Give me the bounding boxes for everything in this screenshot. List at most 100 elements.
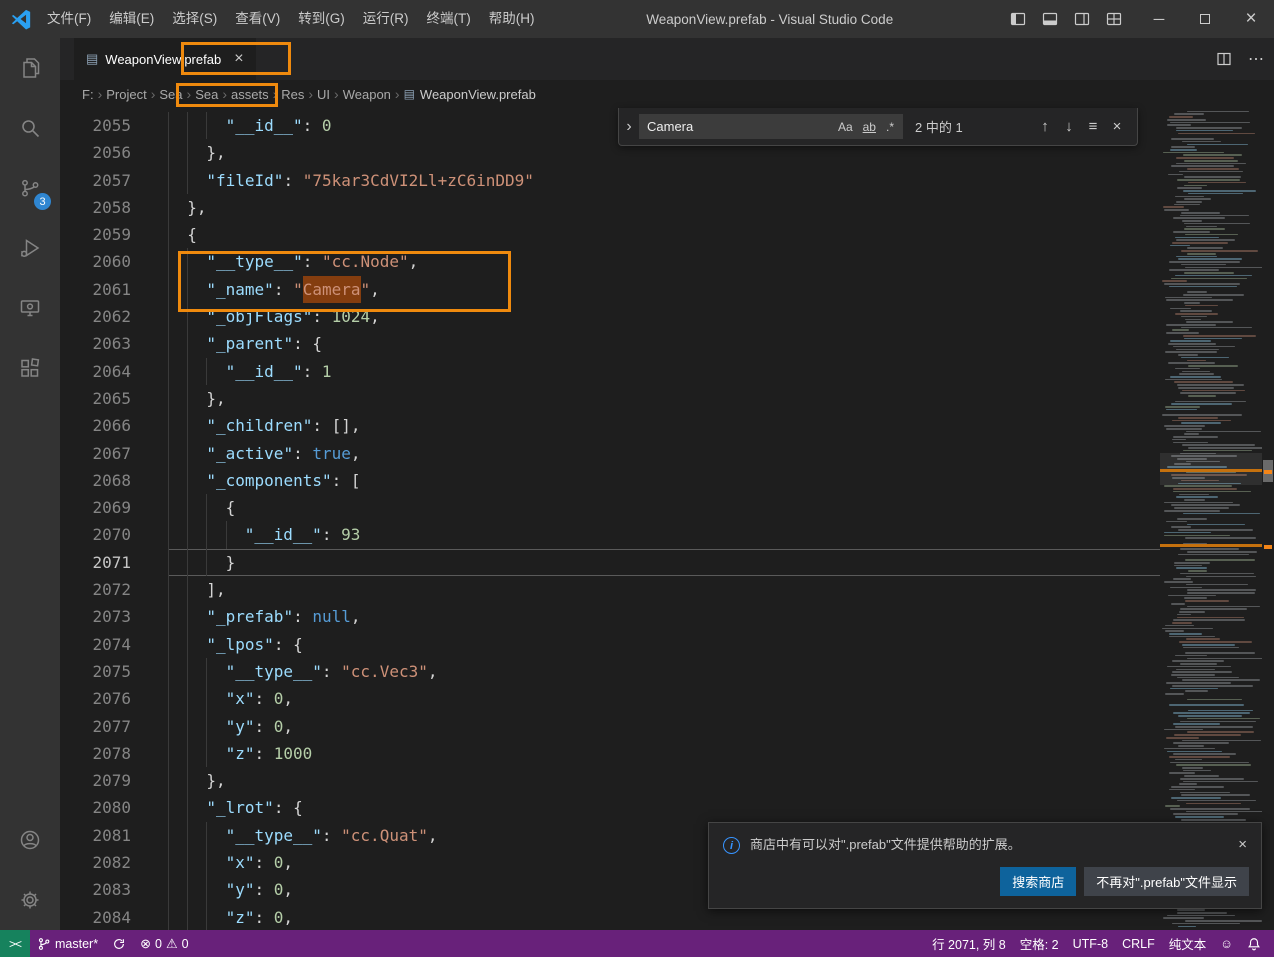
code-token: , bbox=[427, 825, 438, 845]
settings-gear-icon[interactable] bbox=[0, 870, 60, 930]
code-line-2069[interactable]: 2069 { bbox=[60, 494, 1160, 522]
breadcrumb-item-3[interactable]: Sea bbox=[195, 87, 218, 102]
minimap-bar bbox=[1178, 170, 1243, 173]
close-window-button[interactable]: × bbox=[1228, 0, 1274, 38]
minimize-button[interactable]: ─ bbox=[1136, 0, 1182, 38]
breadcrumb-item-0[interactable]: F: bbox=[82, 87, 94, 102]
minimap-bar bbox=[1168, 633, 1202, 635]
minimap-bar bbox=[1177, 179, 1241, 181]
line-content: } bbox=[168, 548, 1160, 577]
whole-word-icon[interactable]: ab bbox=[859, 119, 880, 135]
eol-setting[interactable]: CRLF bbox=[1115, 930, 1162, 957]
code-line-2064[interactable]: 2064 "__id__": 1 bbox=[60, 357, 1160, 385]
code-line-2067[interactable]: 2067 "_active": true, bbox=[60, 439, 1160, 467]
code-line-2074[interactable]: 2074 "_lpos": { bbox=[60, 630, 1160, 658]
indentation-setting[interactable]: 空格: 2 bbox=[1013, 930, 1066, 957]
find-next-icon[interactable]: ↓ bbox=[1057, 118, 1081, 135]
feedback-icon[interactable]: ☺ bbox=[1213, 930, 1240, 957]
search-icon[interactable] bbox=[0, 98, 60, 158]
code-line-2060[interactable]: 2060 "__type__": "cc.Node", bbox=[60, 248, 1160, 276]
sync-icon[interactable] bbox=[105, 930, 133, 957]
match-case-icon[interactable]: Aa bbox=[834, 119, 857, 135]
breadcrumb-item-7[interactable]: Weapon bbox=[343, 87, 391, 102]
code-line-2068[interactable]: 2068 "_components": [ bbox=[60, 466, 1160, 495]
code-editor[interactable]: 2055 "__id__": 0 2056}, 2057 "fileId": "75ka… bbox=[60, 108, 1160, 930]
code-line-2079[interactable]: 2079}, bbox=[60, 767, 1160, 795]
editor-scrollbar[interactable] bbox=[1262, 108, 1274, 930]
breadcrumb-item-6[interactable]: UI bbox=[317, 87, 330, 102]
menu-item-1[interactable]: 编辑(E) bbox=[100, 0, 163, 38]
code-line-2057[interactable]: 2057 "fileId": "75kar3CdVI2Ll+zC6inDD9" bbox=[60, 166, 1160, 194]
cursor-position[interactable]: 行 2071, 列 8 bbox=[925, 930, 1013, 957]
code-line-2066[interactable]: 2066 "_children": [], bbox=[60, 412, 1160, 440]
code-line-2077[interactable]: 2077 "y": 0, bbox=[60, 712, 1160, 740]
breadcrumb-separator: › bbox=[308, 86, 314, 102]
breadcrumb-item-8[interactable]: WeaponView.prefab bbox=[420, 87, 536, 102]
minimap-bar bbox=[1185, 225, 1217, 228]
notification-close-icon[interactable]: × bbox=[1236, 836, 1249, 853]
menu-item-0[interactable]: 文件(F) bbox=[38, 0, 100, 38]
indent-guide bbox=[187, 330, 206, 358]
code-line-2061[interactable]: 2061 "_name": "Camera", bbox=[60, 275, 1160, 304]
extensions-icon[interactable] bbox=[0, 338, 60, 398]
source-control-icon[interactable]: 3 bbox=[0, 158, 60, 218]
code-line-2076[interactable]: 2076 "x": 0, bbox=[60, 685, 1160, 713]
code-line-2080[interactable]: 2080 "_lrot": { bbox=[60, 794, 1160, 822]
toggle-replace-icon[interactable]: › bbox=[619, 118, 639, 136]
breadcrumb-item-2[interactable]: Sea bbox=[159, 87, 182, 102]
minimap-bar bbox=[1182, 679, 1261, 682]
customize-layout-icon[interactable] bbox=[1106, 11, 1122, 27]
toggle-panel-icon[interactable] bbox=[1042, 11, 1058, 27]
code-token: null bbox=[312, 607, 351, 627]
remote-explorer-icon[interactable] bbox=[0, 278, 60, 338]
find-in-selection-icon[interactable]: ≡ bbox=[1081, 118, 1105, 135]
language-mode[interactable]: 纯文本 bbox=[1162, 930, 1214, 957]
tab-weaponview-prefab[interactable]: ▤ WeaponView.prefab × bbox=[74, 38, 256, 80]
code-line-2065[interactable]: 2065}, bbox=[60, 384, 1160, 413]
code-line-2070[interactable]: 2070 "__id__": 93 bbox=[60, 521, 1160, 549]
problems-indicator[interactable]: ⊗ 0 ⚠ 0 bbox=[133, 930, 195, 957]
code-line-2078[interactable]: 2078 "z": 1000 bbox=[60, 739, 1160, 768]
menu-item-4[interactable]: 转到(G) bbox=[289, 0, 354, 38]
encoding-setting[interactable]: UTF-8 bbox=[1066, 930, 1115, 957]
find-input[interactable]: Camera Aa ab .* bbox=[639, 114, 903, 139]
find-previous-icon[interactable]: ↑ bbox=[1033, 118, 1057, 135]
code-line-2058[interactable]: 2058}, bbox=[60, 193, 1160, 222]
menu-item-6[interactable]: 终端(T) bbox=[418, 0, 480, 38]
regex-icon[interactable]: .* bbox=[882, 119, 898, 135]
menu-item-2[interactable]: 选择(S) bbox=[163, 0, 226, 38]
breadcrumb-item-4[interactable]: assets bbox=[231, 87, 269, 102]
toggle-secondary-sidebar-icon[interactable] bbox=[1074, 11, 1090, 27]
code-line-2073[interactable]: 2073 "_prefab": null, bbox=[60, 603, 1160, 631]
search-marketplace-button[interactable]: 搜索商店 bbox=[1000, 867, 1077, 896]
accounts-icon[interactable] bbox=[0, 810, 60, 870]
code-token: { bbox=[225, 498, 236, 518]
minimap-bar bbox=[1179, 791, 1230, 794]
minimap-bar bbox=[1177, 616, 1245, 619]
maximize-button[interactable] bbox=[1182, 0, 1228, 38]
minimap[interactable] bbox=[1160, 108, 1262, 930]
more-actions-icon[interactable]: ⋯ bbox=[1248, 49, 1264, 69]
code-line-2071[interactable]: 2071} bbox=[60, 548, 1160, 577]
code-line-2072[interactable]: 2072], bbox=[60, 576, 1160, 604]
explorer-icon[interactable] bbox=[0, 38, 60, 98]
dont-show-again-button[interactable]: 不再对".prefab"文件显示 bbox=[1084, 867, 1249, 896]
code-line-2075[interactable]: 2075 "__type__": "cc.Vec3", bbox=[60, 657, 1160, 686]
breadcrumb-item-5[interactable]: Res bbox=[281, 87, 304, 102]
tab-close-icon[interactable]: × bbox=[234, 50, 243, 68]
line-content: "fileId": "75kar3CdVI2Ll+zC6inDD9" bbox=[168, 166, 1160, 194]
code-line-2062[interactable]: 2062 "_objFlags": 1024, bbox=[60, 303, 1160, 331]
toggle-sidebar-icon[interactable] bbox=[1010, 11, 1026, 27]
git-branch[interactable]: master* bbox=[30, 930, 105, 957]
run-debug-icon[interactable] bbox=[0, 218, 60, 278]
remote-indicator[interactable]: >< bbox=[0, 930, 31, 957]
find-close-icon[interactable]: × bbox=[1105, 118, 1129, 135]
menu-item-5[interactable]: 运行(R) bbox=[354, 0, 418, 38]
split-editor-icon[interactable] bbox=[1216, 51, 1232, 67]
menu-item-3[interactable]: 查看(V) bbox=[226, 0, 289, 38]
notifications-bell-icon[interactable] bbox=[1240, 930, 1268, 957]
menu-item-7[interactable]: 帮助(H) bbox=[480, 0, 544, 38]
code-line-2063[interactable]: 2063 "_parent": { bbox=[60, 330, 1160, 358]
breadcrumb-item-1[interactable]: Project bbox=[106, 87, 146, 102]
code-line-2059[interactable]: 2059 { bbox=[60, 221, 1160, 249]
